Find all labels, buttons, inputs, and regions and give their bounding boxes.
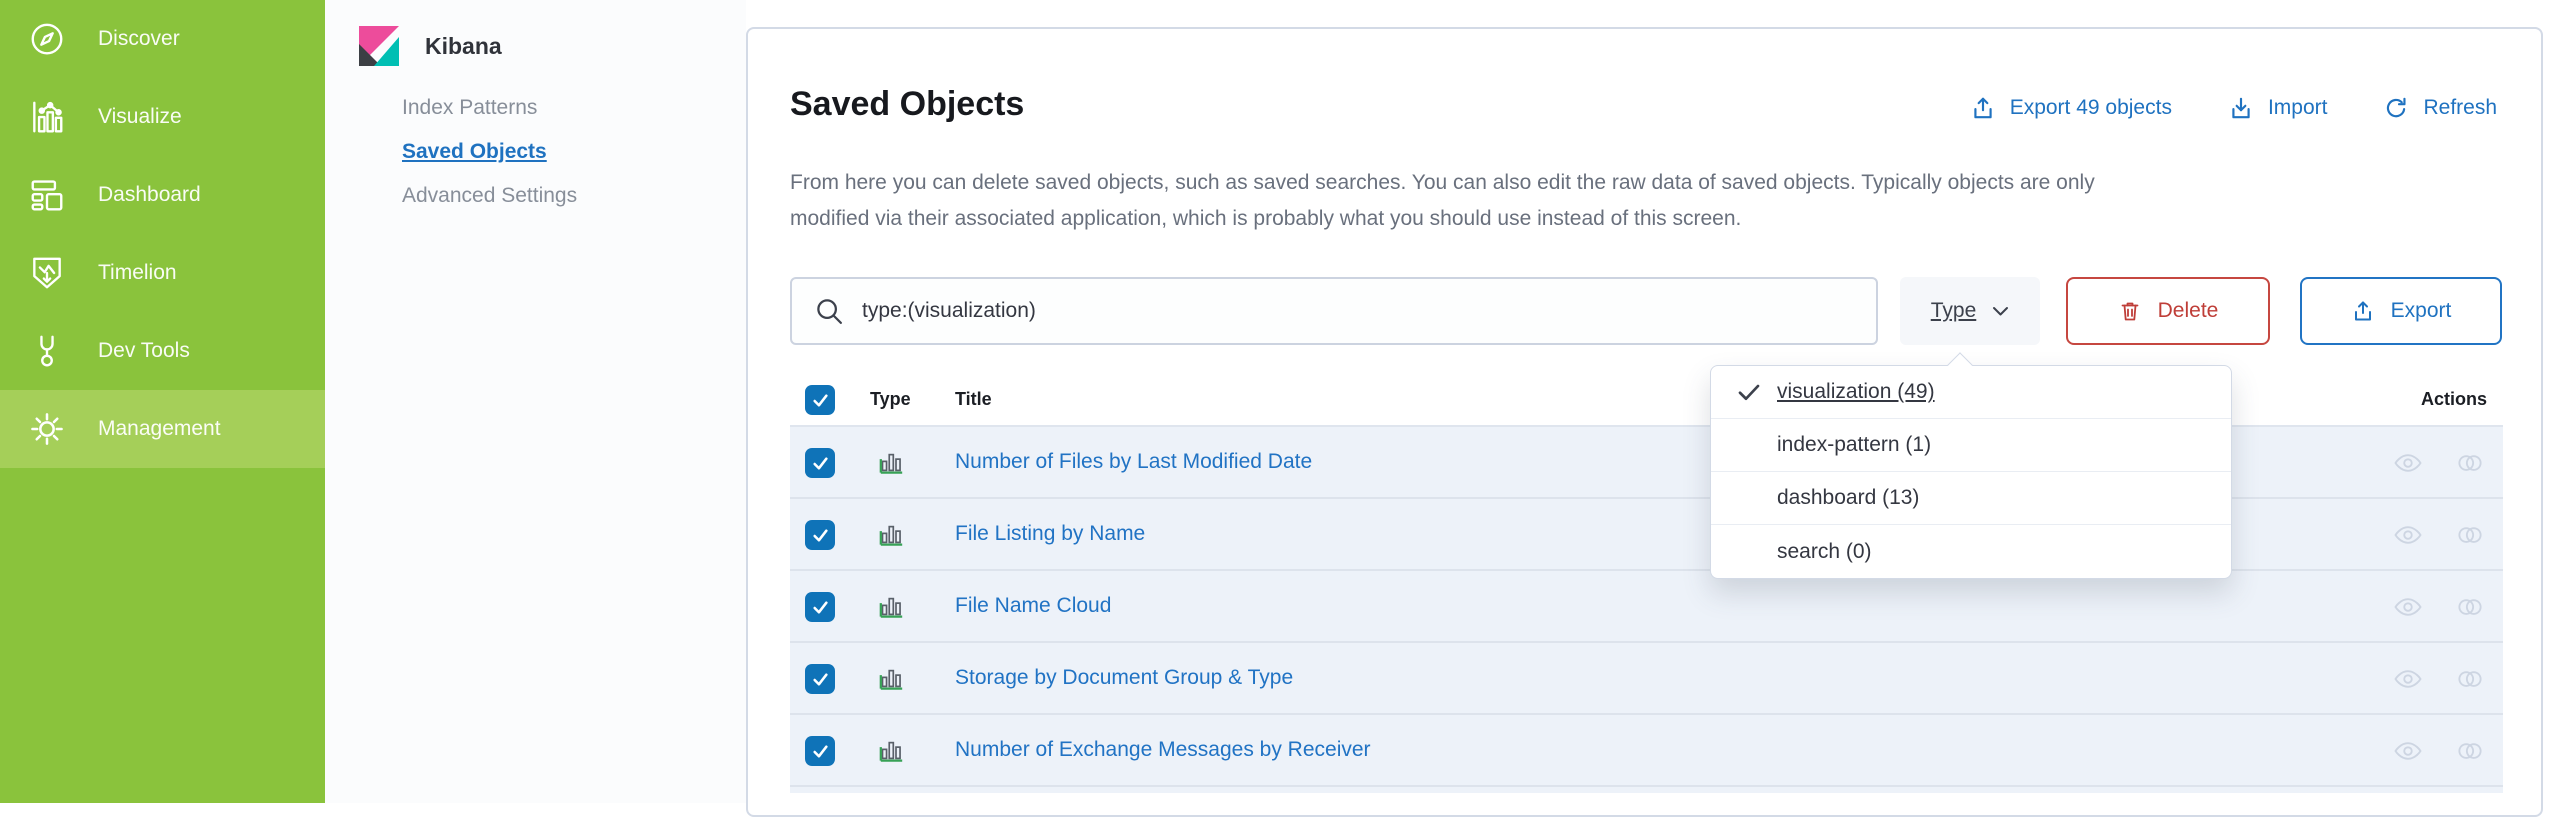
type-option-search[interactable]: search (0) bbox=[1711, 525, 2231, 578]
table-row: Number of Files by Last Modified Date bbox=[790, 427, 2503, 499]
compass-icon bbox=[28, 20, 66, 58]
column-header-type: Type bbox=[870, 389, 911, 410]
relationships-icon[interactable] bbox=[2455, 736, 2485, 766]
subnav-item-advanced-settings[interactable]: Advanced Settings bbox=[402, 174, 577, 218]
visualization-type-icon bbox=[878, 521, 905, 548]
table-header: Type Title Actions bbox=[790, 373, 2503, 427]
table-row: Number of Exchange Messages by Receiver bbox=[790, 715, 2503, 787]
export-all-link[interactable]: Export 49 objects bbox=[1970, 95, 2172, 121]
kibana-brand: Kibana bbox=[359, 26, 502, 66]
sidebar-item-label: Dashboard bbox=[98, 183, 201, 207]
sidebar-item-dashboard[interactable]: Dashboard bbox=[0, 156, 325, 234]
delete-button[interactable]: Delete bbox=[2066, 277, 2270, 345]
table-row-partial bbox=[790, 787, 2503, 793]
sidebar-item-dev-tools[interactable]: Dev Tools bbox=[0, 312, 325, 390]
visualize-icon bbox=[28, 98, 66, 136]
inspect-eye-icon[interactable] bbox=[2393, 592, 2423, 622]
check-icon bbox=[812, 671, 829, 688]
refresh-link[interactable]: Refresh bbox=[2383, 95, 2497, 121]
subnav-item-index-patterns[interactable]: Index Patterns bbox=[402, 86, 577, 130]
row-checkbox[interactable] bbox=[805, 448, 835, 478]
inspect-eye-icon[interactable] bbox=[2393, 448, 2423, 478]
check-icon bbox=[812, 599, 829, 616]
check-placeholder bbox=[1737, 486, 1761, 510]
page-description-line1: From here you can delete saved objects, … bbox=[790, 171, 2095, 195]
saved-objects-table: Type Title Actions Number of Files by La… bbox=[790, 373, 2503, 793]
header-actions: Export 49 objects Import Refresh bbox=[1970, 95, 2497, 121]
trash-icon bbox=[2118, 299, 2142, 323]
inspect-eye-icon[interactable] bbox=[2393, 520, 2423, 550]
row-checkbox[interactable] bbox=[805, 592, 835, 622]
type-filter-button[interactable]: Type bbox=[1900, 277, 2040, 345]
search-box bbox=[790, 277, 1878, 345]
check-icon bbox=[812, 743, 829, 760]
import-link[interactable]: Import bbox=[2228, 95, 2328, 121]
visualization-type-icon bbox=[878, 665, 905, 692]
sidebar-item-management[interactable]: Management bbox=[0, 390, 325, 468]
page-description-line2: modified via their associated applicatio… bbox=[790, 207, 1741, 231]
export-icon bbox=[2351, 299, 2375, 323]
sidebar-item-label: Dev Tools bbox=[98, 339, 190, 363]
check-icon bbox=[812, 455, 829, 472]
row-checkbox[interactable] bbox=[805, 664, 835, 694]
type-filter-popover: visualization (49) index-pattern (1) das… bbox=[1710, 365, 2232, 579]
visualization-type-icon bbox=[878, 737, 905, 764]
saved-objects-panel: Saved Objects Export 49 objects Import R… bbox=[746, 27, 2543, 817]
refresh-icon bbox=[2383, 95, 2409, 121]
sidebar-item-visualize[interactable]: Visualize bbox=[0, 78, 325, 156]
subnav-item-saved-objects[interactable]: Saved Objects bbox=[402, 130, 577, 174]
timelion-icon bbox=[28, 254, 66, 292]
type-option-index-pattern[interactable]: index-pattern (1) bbox=[1711, 419, 2231, 472]
sidebar-item-label: Timelion bbox=[98, 261, 177, 285]
column-header-actions: Actions bbox=[2421, 389, 2487, 410]
relationships-icon[interactable] bbox=[2455, 520, 2485, 550]
export-selected-button[interactable]: Export bbox=[2300, 277, 2502, 345]
column-header-title: Title bbox=[955, 389, 992, 410]
table-row: File Name Cloud bbox=[790, 571, 2503, 643]
sidebar-item-discover[interactable]: Discover bbox=[0, 0, 325, 78]
visualization-type-icon bbox=[878, 449, 905, 476]
table-row: Storage by Document Group & Type bbox=[790, 643, 2503, 715]
sidebar-item-label: Management bbox=[98, 417, 221, 441]
saved-object-link[interactable]: File Name Cloud bbox=[955, 594, 1111, 618]
export-icon bbox=[1970, 95, 1996, 121]
check-placeholder bbox=[1737, 433, 1761, 457]
saved-object-link[interactable]: Number of Files by Last Modified Date bbox=[955, 450, 1312, 474]
saved-object-link[interactable]: Number of Exchange Messages by Receiver bbox=[955, 738, 1371, 762]
check-icon bbox=[812, 392, 829, 409]
gear-icon bbox=[28, 410, 66, 448]
wrench-icon bbox=[28, 332, 66, 370]
check-icon bbox=[812, 527, 829, 544]
type-option-dashboard[interactable]: dashboard (13) bbox=[1711, 472, 2231, 525]
search-icon bbox=[814, 296, 844, 326]
inspect-eye-icon[interactable] bbox=[2393, 736, 2423, 766]
kibana-logo-icon bbox=[359, 26, 399, 66]
saved-object-link[interactable]: Storage by Document Group & Type bbox=[955, 666, 1293, 690]
visualization-type-icon bbox=[878, 593, 905, 620]
relationships-icon[interactable] bbox=[2455, 448, 2485, 478]
type-option-visualization[interactable]: visualization (49) bbox=[1711, 366, 2231, 419]
dashboard-icon bbox=[28, 176, 66, 214]
check-placeholder bbox=[1737, 540, 1761, 564]
management-subnav: Kibana Index Patterns Saved Objects Adva… bbox=[325, 0, 746, 803]
relationships-icon[interactable] bbox=[2455, 664, 2485, 694]
sidebar-item-timelion[interactable]: Timelion bbox=[0, 234, 325, 312]
select-all-checkbox[interactable] bbox=[805, 385, 835, 415]
check-icon bbox=[1737, 380, 1761, 404]
chevron-down-icon bbox=[1992, 306, 2009, 317]
sidebar-item-label: Discover bbox=[98, 27, 180, 51]
saved-object-link[interactable]: File Listing by Name bbox=[955, 522, 1145, 546]
app-sidebar: Discover Visualize Dashboard Timelion De… bbox=[0, 0, 325, 803]
row-checkbox[interactable] bbox=[805, 736, 835, 766]
inspect-eye-icon[interactable] bbox=[2393, 664, 2423, 694]
relationships-icon[interactable] bbox=[2455, 592, 2485, 622]
table-row: File Listing by Name bbox=[790, 499, 2503, 571]
sidebar-item-label: Visualize bbox=[98, 105, 182, 129]
page-title: Saved Objects bbox=[790, 85, 1024, 124]
row-checkbox[interactable] bbox=[805, 520, 835, 550]
search-input[interactable] bbox=[862, 279, 1876, 343]
import-icon bbox=[2228, 95, 2254, 121]
app-title: Kibana bbox=[425, 33, 502, 60]
